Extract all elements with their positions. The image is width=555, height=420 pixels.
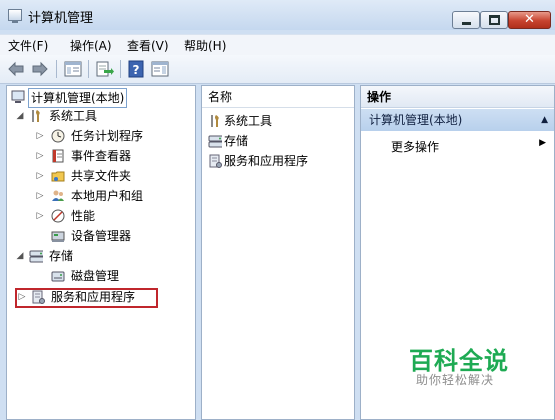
- forward-icon: [32, 61, 48, 77]
- performance-icon: [51, 209, 65, 223]
- help-button[interactable]: ?: [126, 59, 146, 79]
- computer-management-icon: [8, 9, 22, 23]
- details-pane: 名称 系统工具 存储 服务和应用程序: [201, 85, 355, 420]
- disk-management-icon: [51, 271, 65, 282]
- menu-bar: 文件(F) 操作(A) 查看(V) 帮助(H): [0, 34, 555, 55]
- tree-label-device-manager: 设备管理器: [71, 229, 132, 243]
- menu-view[interactable]: 查看(V): [127, 37, 169, 54]
- maximize-button[interactable]: [480, 11, 508, 29]
- actions-header: 操作: [361, 86, 554, 108]
- collapse-arrow-icon[interactable]: ◢: [15, 107, 25, 125]
- menu-action[interactable]: 操作(A): [70, 37, 112, 54]
- shared-folder-icon: [51, 171, 65, 182]
- tree-label-system-tools: 系统工具: [49, 109, 98, 123]
- device-manager-icon: [51, 231, 65, 242]
- toolbar-separator: [88, 60, 89, 78]
- list-item-label: 存储: [224, 134, 249, 148]
- menu-file[interactable]: 文件(F): [8, 37, 48, 54]
- tree-label-shared-folders: 共享文件夹: [71, 169, 132, 183]
- storage-icon: [208, 135, 222, 148]
- tools-icon: [211, 115, 219, 127]
- minimize-icon: [462, 22, 471, 25]
- close-icon: ✕: [524, 12, 535, 27]
- show-hide-console-tree-icon: [64, 61, 82, 77]
- tree-label-root: 计算机管理(本地): [28, 88, 128, 108]
- tools-icon: [32, 110, 40, 122]
- maximize-icon: [489, 15, 500, 25]
- services-icon: [209, 154, 222, 168]
- back-icon: [8, 61, 24, 77]
- submenu-arrow-icon[interactable]: ▶: [539, 138, 546, 148]
- forward-button[interactable]: [30, 59, 50, 79]
- watermark-subtitle: 助你轻松解决: [416, 373, 495, 387]
- tree-label-local-users: 本地用户和组: [71, 189, 144, 203]
- users-icon: [52, 190, 64, 201]
- show-hide-action-pane-button[interactable]: [150, 59, 170, 79]
- export-list-button[interactable]: [94, 59, 114, 79]
- tree-label-task-scheduler: 任务计划程序: [71, 129, 144, 143]
- console-tree-pane: 计算机管理(本地) ◢ 系统工具 ▷ 任务计划程序 ▷ 事件查看器 ▷ 共享文件…: [6, 85, 196, 420]
- export-list-icon: [96, 61, 114, 77]
- toolbar: ?: [0, 55, 555, 84]
- svg-text:?: ?: [133, 63, 140, 77]
- list-item-label: 系统工具: [224, 114, 273, 128]
- help-icon: ?: [128, 60, 144, 78]
- toolbar-separator: [56, 60, 57, 78]
- minimize-button[interactable]: [452, 11, 480, 29]
- toolbar-separator: [120, 60, 121, 78]
- tree-label-disk-management: 磁盘管理: [71, 269, 120, 283]
- collapse-arrow-icon[interactable]: ◢: [15, 247, 25, 265]
- tree-label-performance: 性能: [71, 209, 96, 223]
- collapse-up-icon[interactable]: ▲: [541, 109, 548, 131]
- highlight-box: [15, 288, 158, 308]
- back-button[interactable]: [6, 59, 26, 79]
- tree-label-storage: 存储: [49, 249, 74, 263]
- show-hide-action-pane-icon: [151, 61, 169, 77]
- tree-label-event-viewer: 事件查看器: [71, 149, 132, 163]
- list-item-label: 服务和应用程序: [224, 154, 309, 168]
- clock-icon: [51, 129, 65, 143]
- show-hide-console-tree-button[interactable]: [63, 59, 83, 79]
- more-actions-item[interactable]: 更多操作: [391, 138, 439, 155]
- expand-arrow-icon[interactable]: ▷: [35, 147, 45, 165]
- actions-group-header[interactable]: 计算机管理(本地) ▲: [361, 109, 554, 131]
- expand-arrow-icon[interactable]: ▷: [35, 207, 45, 225]
- expand-arrow-icon[interactable]: ▷: [35, 127, 45, 145]
- computer-management-icon: [11, 90, 25, 103]
- expand-arrow-icon[interactable]: ▷: [35, 167, 45, 185]
- expand-arrow-icon[interactable]: ▷: [35, 187, 45, 205]
- title-bar: 计算机管理 ✕: [0, 0, 555, 30]
- menu-help[interactable]: 帮助(H): [184, 37, 226, 54]
- close-button[interactable]: ✕: [508, 11, 551, 29]
- event-viewer-icon: [52, 149, 64, 163]
- column-header-name[interactable]: 名称: [202, 86, 354, 108]
- window-title: 计算机管理: [28, 11, 94, 26]
- actions-group-label: 计算机管理(本地): [369, 113, 463, 127]
- storage-icon: [29, 250, 43, 263]
